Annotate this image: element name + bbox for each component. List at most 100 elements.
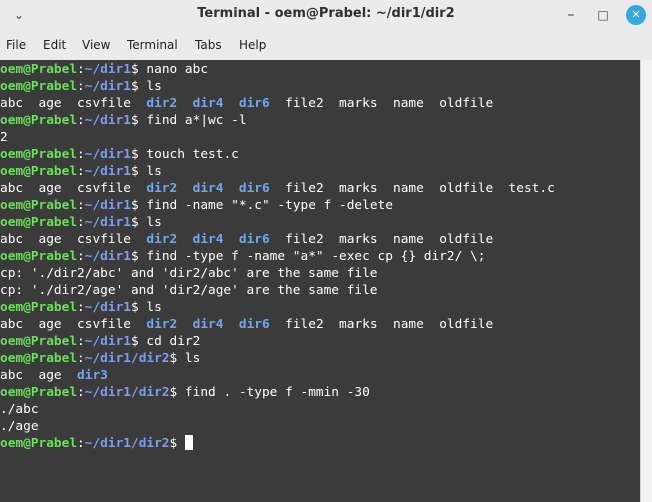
- prompt-user: oem@Prabel: [0, 249, 78, 264]
- close-icon[interactable]: ✕: [626, 5, 646, 25]
- terminal-text: oem@Prabel:~/dir1$ nano abc oem@Prabel:~/…: [0, 61, 555, 452]
- terminal-text-segment: 2: [0, 130, 8, 145]
- prompt-path: ~/dir1: [84, 113, 131, 128]
- terminal-text-segment: :: [77, 79, 85, 94]
- directory-name: dir6: [238, 317, 270, 332]
- terminal-line: oem@Prabel:~/dir1$ find -type f -name "a…: [0, 248, 555, 265]
- terminal-text-segment: :: [77, 215, 85, 230]
- terminal-line: oem@Prabel:~/dir1$ touch test.c: [0, 146, 555, 163]
- terminal-text-segment: $ ls: [131, 164, 162, 179]
- terminal-text-segment: $ find a*|wc -l: [131, 113, 247, 128]
- terminal-line: oem@Prabel:~/dir1$ find a*|wc -l: [0, 112, 555, 129]
- prompt-path: ~/dir1: [84, 249, 131, 264]
- prompt-path: ~/dir1: [84, 79, 131, 94]
- terminal-line: abc age csvfile dir2 dir4 dir6 file2 mar…: [0, 316, 555, 333]
- prompt-path: ~/dir1/dir2: [84, 436, 170, 451]
- terminal-line: abc age csvfile dir2 dir4 dir6 file2 mar…: [0, 231, 555, 248]
- terminal-text-segment: abc age csvfile: [0, 317, 147, 332]
- terminal-text-segment: :: [77, 147, 85, 162]
- menu-terminal[interactable]: Terminal: [127, 38, 178, 52]
- menu-file[interactable]: File: [6, 38, 26, 52]
- prompt-path: ~/dir1: [84, 300, 131, 315]
- directory-name: dir2: [146, 317, 178, 332]
- terminal-line: cp: './dir2/abc' and 'dir2/abc' are the …: [0, 265, 555, 282]
- terminal-line: oem@Prabel:~/dir1$ find -name "*.c" -typ…: [0, 197, 555, 214]
- terminal-line: oem@Prabel:~/dir1/dir2$ find . -type f -…: [0, 384, 555, 401]
- prompt-user: oem@Prabel: [0, 436, 78, 451]
- prompt-user: oem@Prabel: [0, 385, 78, 400]
- terminal-text-segment: :: [77, 351, 85, 366]
- terminal-text-segment: $ find -name "*.c" -type f -delete: [131, 198, 393, 213]
- prompt-user: oem@Prabel: [0, 147, 78, 162]
- terminal-text-segment: abc age csvfile: [0, 96, 147, 111]
- terminal-text-segment: :: [77, 436, 85, 451]
- terminal-text-segment: $ find . -type f -mmin -30: [169, 385, 370, 400]
- terminal-text-segment: $: [169, 436, 185, 451]
- scrollbar[interactable]: [640, 60, 652, 502]
- terminal-text-segment: file2 marks name oldfile: [269, 317, 494, 332]
- terminal-line: abc age dir3: [0, 367, 555, 384]
- terminal-text-segment: file2 marks name oldfile: [269, 96, 494, 111]
- directory-name: dir4: [192, 232, 224, 247]
- terminal-text-segment: $ ls: [169, 351, 201, 366]
- terminal-text-segment: $ ls: [131, 215, 162, 230]
- prompt-user: oem@Prabel: [0, 79, 78, 94]
- terminal-line: oem@Prabel:~/dir1$ ls: [0, 78, 555, 95]
- directory-name: dir4: [192, 96, 224, 111]
- terminal-text-segment: abc age: [0, 368, 78, 383]
- prompt-path: ~/dir1: [84, 147, 131, 162]
- menu-help[interactable]: Help: [239, 38, 266, 52]
- prompt-path: ~/dir1: [84, 198, 131, 213]
- terminal-text-segment: cp: './dir2/abc' and 'dir2/abc' are the …: [0, 266, 378, 281]
- title-bar[interactable]: ⌄ Terminal - oem@Prabel: ~/dir1/dir2 – □…: [0, 0, 652, 30]
- prompt-path: ~/dir1: [84, 215, 131, 230]
- directory-name: dir6: [238, 96, 270, 111]
- terminal-text-segment: $ ls: [131, 79, 162, 94]
- terminal-text-segment: :: [77, 334, 85, 349]
- prompt-user: oem@Prabel: [0, 215, 78, 230]
- terminal-text-segment: cp: './dir2/age' and 'dir2/age' are the …: [0, 283, 378, 298]
- terminal-text-segment: ./age: [0, 419, 39, 434]
- terminal-line: cp: './dir2/age' and 'dir2/age' are the …: [0, 282, 555, 299]
- terminal-line: oem@Prabel:~/dir1$ ls: [0, 299, 555, 316]
- terminal-text-segment: :: [77, 164, 85, 179]
- terminal-output[interactable]: oem@Prabel:~/dir1$ nano abc oem@Prabel:~/…: [0, 60, 640, 502]
- terminal-text-segment: $ touch test.c: [131, 147, 239, 162]
- prompt-user: oem@Prabel: [0, 334, 78, 349]
- directory-name: dir6: [238, 232, 270, 247]
- terminal-line: ./age: [0, 418, 555, 435]
- terminal-text-segment: :: [77, 385, 85, 400]
- prompt-path: ~/dir1/dir2: [84, 385, 170, 400]
- terminal-text-segment: :: [77, 198, 85, 213]
- terminal-text-segment: abc age csvfile: [0, 181, 147, 196]
- terminal-text-segment: $ ls: [131, 300, 162, 315]
- directory-name: dir2: [146, 232, 178, 247]
- terminal-text-segment: :: [77, 249, 85, 264]
- maximize-icon[interactable]: □: [592, 4, 614, 26]
- terminal-text-segment: $ find -type f -name "a*" -exec cp {} di…: [131, 249, 486, 264]
- menu-view[interactable]: View: [82, 38, 110, 52]
- terminal-text-segment: abc age csvfile: [0, 232, 147, 247]
- terminal-line: oem@Prabel:~/dir1$ ls: [0, 163, 555, 180]
- terminal-line: ./abc: [0, 401, 555, 418]
- terminal-line: 2: [0, 129, 555, 146]
- menu-edit[interactable]: Edit: [43, 38, 66, 52]
- directory-name: dir6: [238, 181, 270, 196]
- terminal-line: oem@Prabel:~/dir1/dir2$: [0, 435, 555, 452]
- prompt-user: oem@Prabel: [0, 198, 78, 213]
- minimize-icon[interactable]: –: [560, 4, 582, 26]
- terminal-text-segment: $ cd dir2: [131, 334, 201, 349]
- terminal-text-segment: file2 marks name oldfile test.c: [269, 181, 555, 196]
- directory-name: dir2: [146, 181, 178, 196]
- terminal-line: oem@Prabel:~/dir1$ ls: [0, 214, 555, 231]
- prompt-user: oem@Prabel: [0, 113, 78, 128]
- menu-tabs[interactable]: Tabs: [195, 38, 222, 52]
- prompt-path: ~/dir1: [84, 164, 131, 179]
